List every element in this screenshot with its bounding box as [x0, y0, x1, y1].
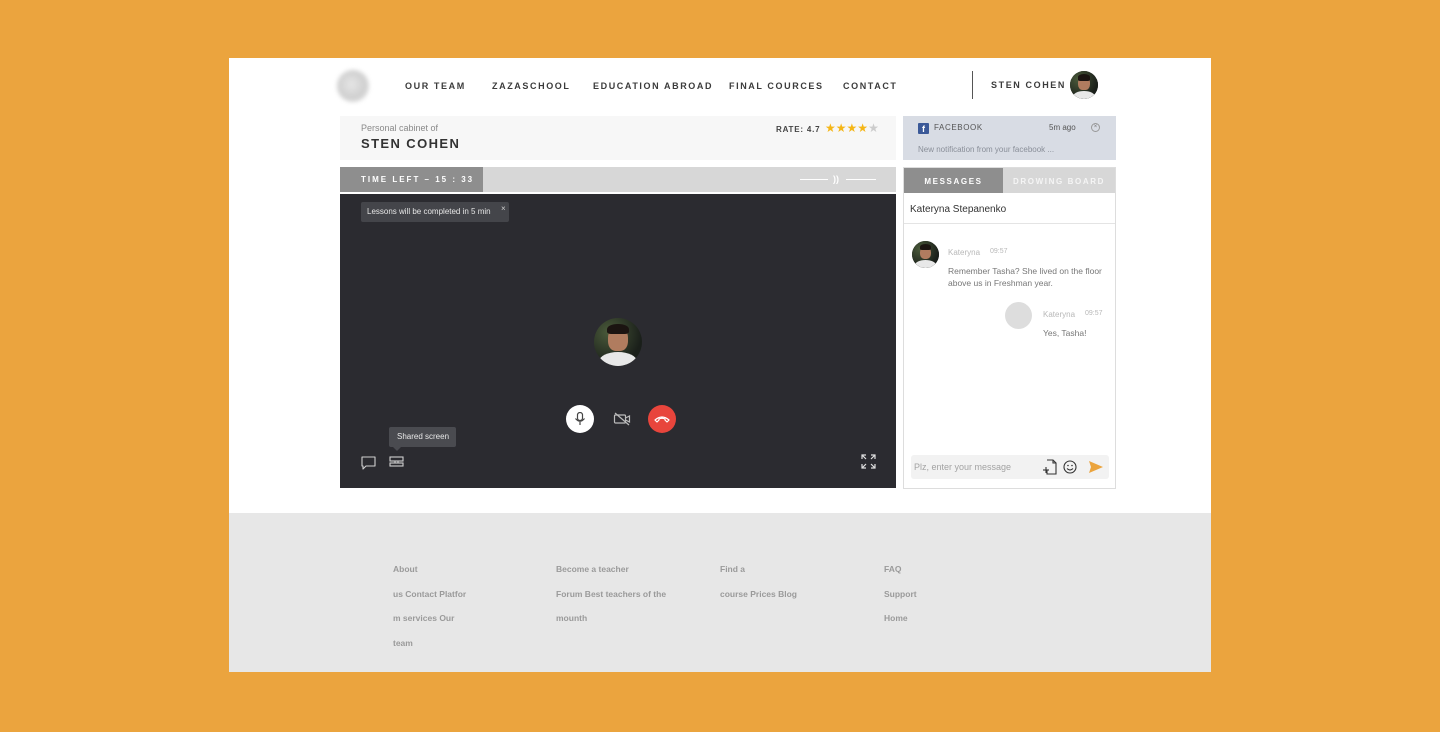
video-area: Lessons will be completed in 5 min × Sha… — [340, 194, 896, 488]
star-icon: ★ — [857, 121, 869, 135]
time-left: TIME LEFT – 15 : 33 — [340, 167, 483, 192]
tab-drowing-board[interactable]: DROWING BOARD — [1003, 168, 1115, 193]
footer-col-1: About us Contact Platfor m services Our … — [393, 557, 466, 655]
shared-screen-tooltip: Shared screen — [389, 427, 457, 451]
facebook-icon: f — [918, 123, 929, 134]
camera-off-button[interactable] — [608, 405, 636, 433]
notification-time: 5m ago — [1049, 123, 1076, 132]
end-call-button[interactable] — [648, 405, 676, 433]
star-icon: ★ — [835, 121, 847, 135]
chat-bubble-icon[interactable] — [361, 456, 376, 470]
footer-link[interactable]: mounth — [556, 606, 666, 631]
star-icon: ★ — [846, 121, 858, 135]
tab-messages[interactable]: MESSAGES — [904, 168, 1003, 193]
volume-knob[interactable]: )) — [833, 174, 839, 184]
footer-link[interactable]: us Contact Platfor — [393, 582, 466, 607]
nav-education-abroad[interactable]: EDUCATION ABROAD — [593, 81, 713, 91]
notification-message: New notification from your facebook ... — [918, 145, 1055, 154]
message-author: Kateryna — [1043, 310, 1076, 319]
footer-link[interactable]: Home — [884, 606, 917, 631]
cabinet-header: Personal cabinet of STEN COHEN RATE: 4.7… — [340, 116, 896, 160]
chat-tabs: MESSAGES DROWING BOARD — [904, 168, 1115, 193]
emoji-icon[interactable] — [1063, 460, 1077, 474]
cabinet-subtitle: Personal cabinet of — [361, 123, 439, 133]
message-author: Kateryna — [948, 248, 981, 257]
footer-link[interactable]: course Prices Blog — [720, 582, 797, 607]
rating-stars: ★★★★★ — [825, 121, 879, 135]
chat-panel: MESSAGES DROWING BOARD Kateryna Stepanen… — [903, 167, 1116, 489]
nav-our-team[interactable]: OUR TEAM — [405, 81, 466, 91]
chat-divider — [904, 223, 1115, 224]
nav-contact[interactable]: CONTACT — [843, 81, 898, 91]
message-composer — [911, 455, 1109, 479]
notification-close-icon[interactable]: × — [1091, 123, 1100, 132]
shared-screen-icon[interactable] — [389, 456, 404, 468]
session-bar: TIME LEFT – 15 : 33 )) — [340, 167, 896, 192]
footer-link[interactable]: Support — [884, 582, 917, 607]
header-user-name[interactable]: STEN COHEN — [991, 80, 1066, 90]
send-icon[interactable] — [1088, 460, 1104, 474]
app-frame: OUR TEAM ZAZASCHOOL EDUCATION ABROAD FIN… — [229, 58, 1211, 672]
message-avatar-placeholder — [1005, 302, 1032, 329]
nav-final-cources[interactable]: FINAL COURCES — [729, 81, 824, 91]
nav-divider — [972, 71, 973, 99]
message-time: 09:57 — [1085, 310, 1103, 317]
header-avatar[interactable] — [1070, 71, 1098, 99]
rate-label: RATE: 4.7 — [776, 125, 821, 134]
message-text: Remember Tasha? She lived on the floor a… — [948, 266, 1102, 288]
toast-text: Lessons will be completed in 5 min — [367, 207, 491, 216]
cabinet-name: STEN COHEN — [361, 136, 461, 151]
message-avatar — [912, 241, 939, 268]
footer-col-2: Become a teacher Forum Best teachers of … — [556, 557, 666, 631]
microphone-button[interactable] — [566, 405, 594, 433]
nav-zazaschool[interactable]: ZAZASCHOOL — [492, 81, 571, 91]
footer-link[interactable]: FAQ — [884, 557, 917, 582]
star-empty-icon: ★ — [868, 121, 879, 135]
fullscreen-icon[interactable] — [861, 454, 876, 469]
footer-link[interactable]: Forum Best teachers of the — [556, 582, 666, 607]
toast-close-icon[interactable]: × — [501, 204, 506, 213]
chat-contact-name: Kateryna Stepanenko — [910, 204, 1007, 215]
microphone-icon — [575, 412, 585, 425]
footer-col-3: Find a course Prices Blog — [720, 557, 797, 606]
footer: About us Contact Platfor m services Our … — [229, 513, 1211, 672]
footer-link[interactable]: team — [393, 631, 466, 656]
phone-hangup-icon — [654, 416, 670, 423]
lesson-toast: Lessons will be completed in 5 min × — [361, 202, 509, 222]
message-time: 09:57 — [990, 248, 1008, 255]
message-input[interactable] — [914, 459, 1042, 475]
volume-slider[interactable]: )) — [800, 174, 876, 186]
footer-link[interactable]: Become a teacher — [556, 557, 666, 582]
footer-link[interactable]: About — [393, 557, 466, 582]
attach-file-icon[interactable] — [1043, 459, 1057, 475]
message-text: Yes, Tasha! — [1043, 328, 1087, 338]
footer-link[interactable]: m services Our — [393, 606, 466, 631]
notification-source: FACEBOOK — [934, 123, 983, 132]
facebook-notification[interactable]: f FACEBOOK 5m ago × New notification fro… — [903, 116, 1116, 160]
participant-avatar — [594, 318, 642, 366]
camera-off-icon — [613, 412, 631, 426]
logo[interactable] — [337, 70, 369, 102]
footer-col-4: FAQ Support Home — [884, 557, 917, 631]
footer-link[interactable]: Find a — [720, 557, 797, 582]
star-icon: ★ — [825, 121, 836, 135]
